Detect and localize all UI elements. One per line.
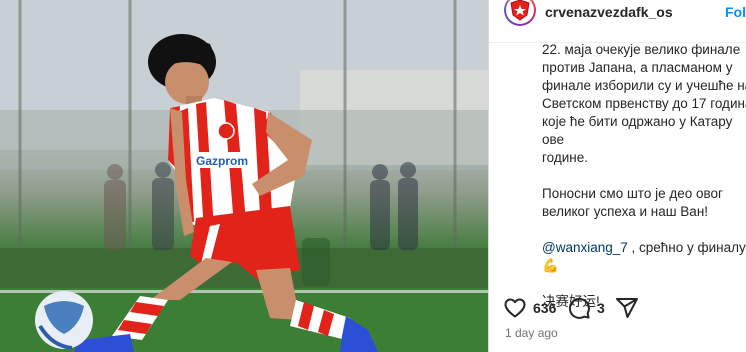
caption-paragraph: 22. маја очекује велико финале против Ја… [542, 42, 746, 165]
username-link[interactable]: crvenazvezdafk_os [545, 4, 673, 20]
post-photo[interactable]: Gazprom [0, 0, 488, 352]
football [35, 291, 93, 350]
avatar[interactable] [502, 0, 538, 28]
like-action[interactable]: 636 [503, 296, 556, 320]
football-player-photo: Gazprom [0, 0, 488, 352]
comment-count: 3 [597, 300, 605, 316]
post-details-panel: crvenazvezdafk_os Follo 22. маја очекује… [488, 0, 746, 352]
follow-button[interactable]: Follo [725, 4, 746, 20]
user-mention-link[interactable]: @wanxiang_7 [542, 240, 628, 255]
post-actions: 636 3 [489, 294, 746, 324]
share-action[interactable] [615, 296, 639, 320]
flexed-biceps-emoji: 💪 [542, 258, 559, 273]
heart-icon[interactable] [503, 296, 527, 320]
post-timestamp[interactable]: 1 day ago [505, 326, 558, 340]
comment-icon[interactable] [567, 296, 591, 320]
comment-action[interactable]: 3 [567, 296, 605, 320]
caption-text: , срећно у финалу! [627, 240, 746, 255]
like-count: 636 [533, 300, 557, 316]
jersey-sponsor-text: Gazprom [196, 154, 248, 168]
caption-paragraph: Поносни смо што је део овог великог успе… [542, 186, 723, 219]
caption-mention-line: @wanxiang_7 , срећно у финалу! 💪 [542, 239, 746, 275]
share-icon[interactable] [615, 296, 639, 320]
post-caption: 22. маја очекује велико финале против Ја… [542, 41, 746, 311]
club-crest-icon [510, 0, 530, 21]
post-header: crvenazvezdafk_os Follo [489, 0, 746, 43]
